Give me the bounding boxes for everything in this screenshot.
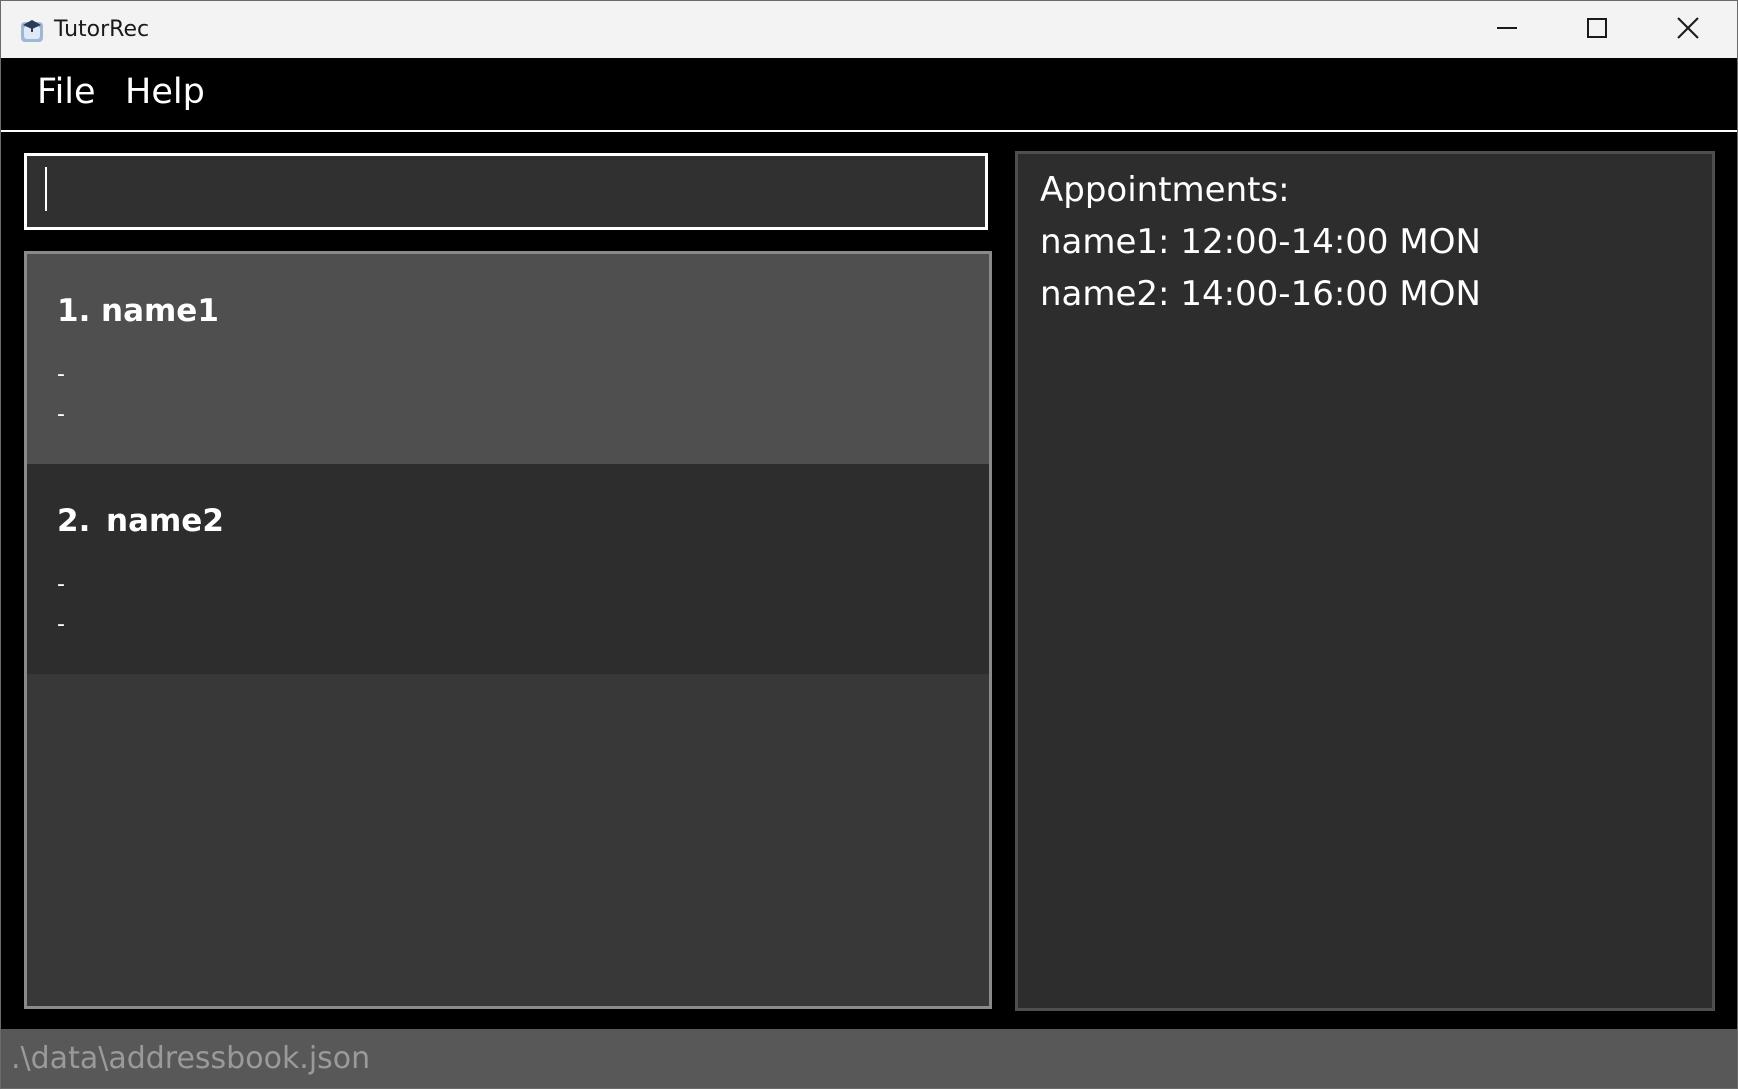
card-field: - — [57, 402, 65, 427]
card-name: name1 — [101, 293, 219, 329]
maximize-icon — [1586, 17, 1608, 43]
data-file-path: .\data\addressbook.json — [11, 1041, 371, 1076]
minimize-icon — [1496, 17, 1518, 43]
card-field: - — [57, 362, 65, 387]
menu-file[interactable]: File — [37, 72, 96, 112]
appointment-entry: name2: 14:00-16:00 MON — [1040, 274, 1481, 314]
card-field: - — [57, 572, 65, 597]
card-name: name2 — [106, 503, 224, 539]
card-index: 2. — [57, 503, 91, 539]
appointments-heading: Appointments: — [1040, 170, 1290, 210]
close-button[interactable] — [1643, 1, 1733, 58]
text-caret — [45, 167, 47, 211]
menu-help[interactable]: Help — [125, 72, 205, 112]
maximize-button[interactable] — [1552, 1, 1642, 58]
menu-bar: File Help — [1, 58, 1737, 132]
app-window: TutorRec File Help 1. name1 - - 2. name2… — [0, 0, 1738, 1089]
status-bar: .\data\addressbook.json — [1, 1029, 1737, 1088]
card-field: - — [57, 612, 65, 637]
window-title: TutorRec — [54, 17, 150, 42]
command-input[interactable] — [24, 153, 988, 230]
person-card[interactable]: 2. name2 - - — [27, 464, 989, 674]
appointment-entry: name1: 12:00-14:00 MON — [1040, 222, 1481, 262]
person-card[interactable]: 1. name1 - - — [27, 254, 989, 464]
title-bar[interactable]: TutorRec — [1, 1, 1737, 58]
close-icon — [1676, 16, 1700, 44]
app-logo-icon — [18, 16, 46, 44]
minimize-button[interactable] — [1462, 1, 1552, 58]
appointments-panel: Appointments: name1: 12:00-14:00 MON nam… — [1015, 151, 1715, 1011]
person-list[interactable]: 1. name1 - - 2. name2 - - — [24, 251, 992, 1009]
card-index: 1. — [57, 293, 91, 329]
